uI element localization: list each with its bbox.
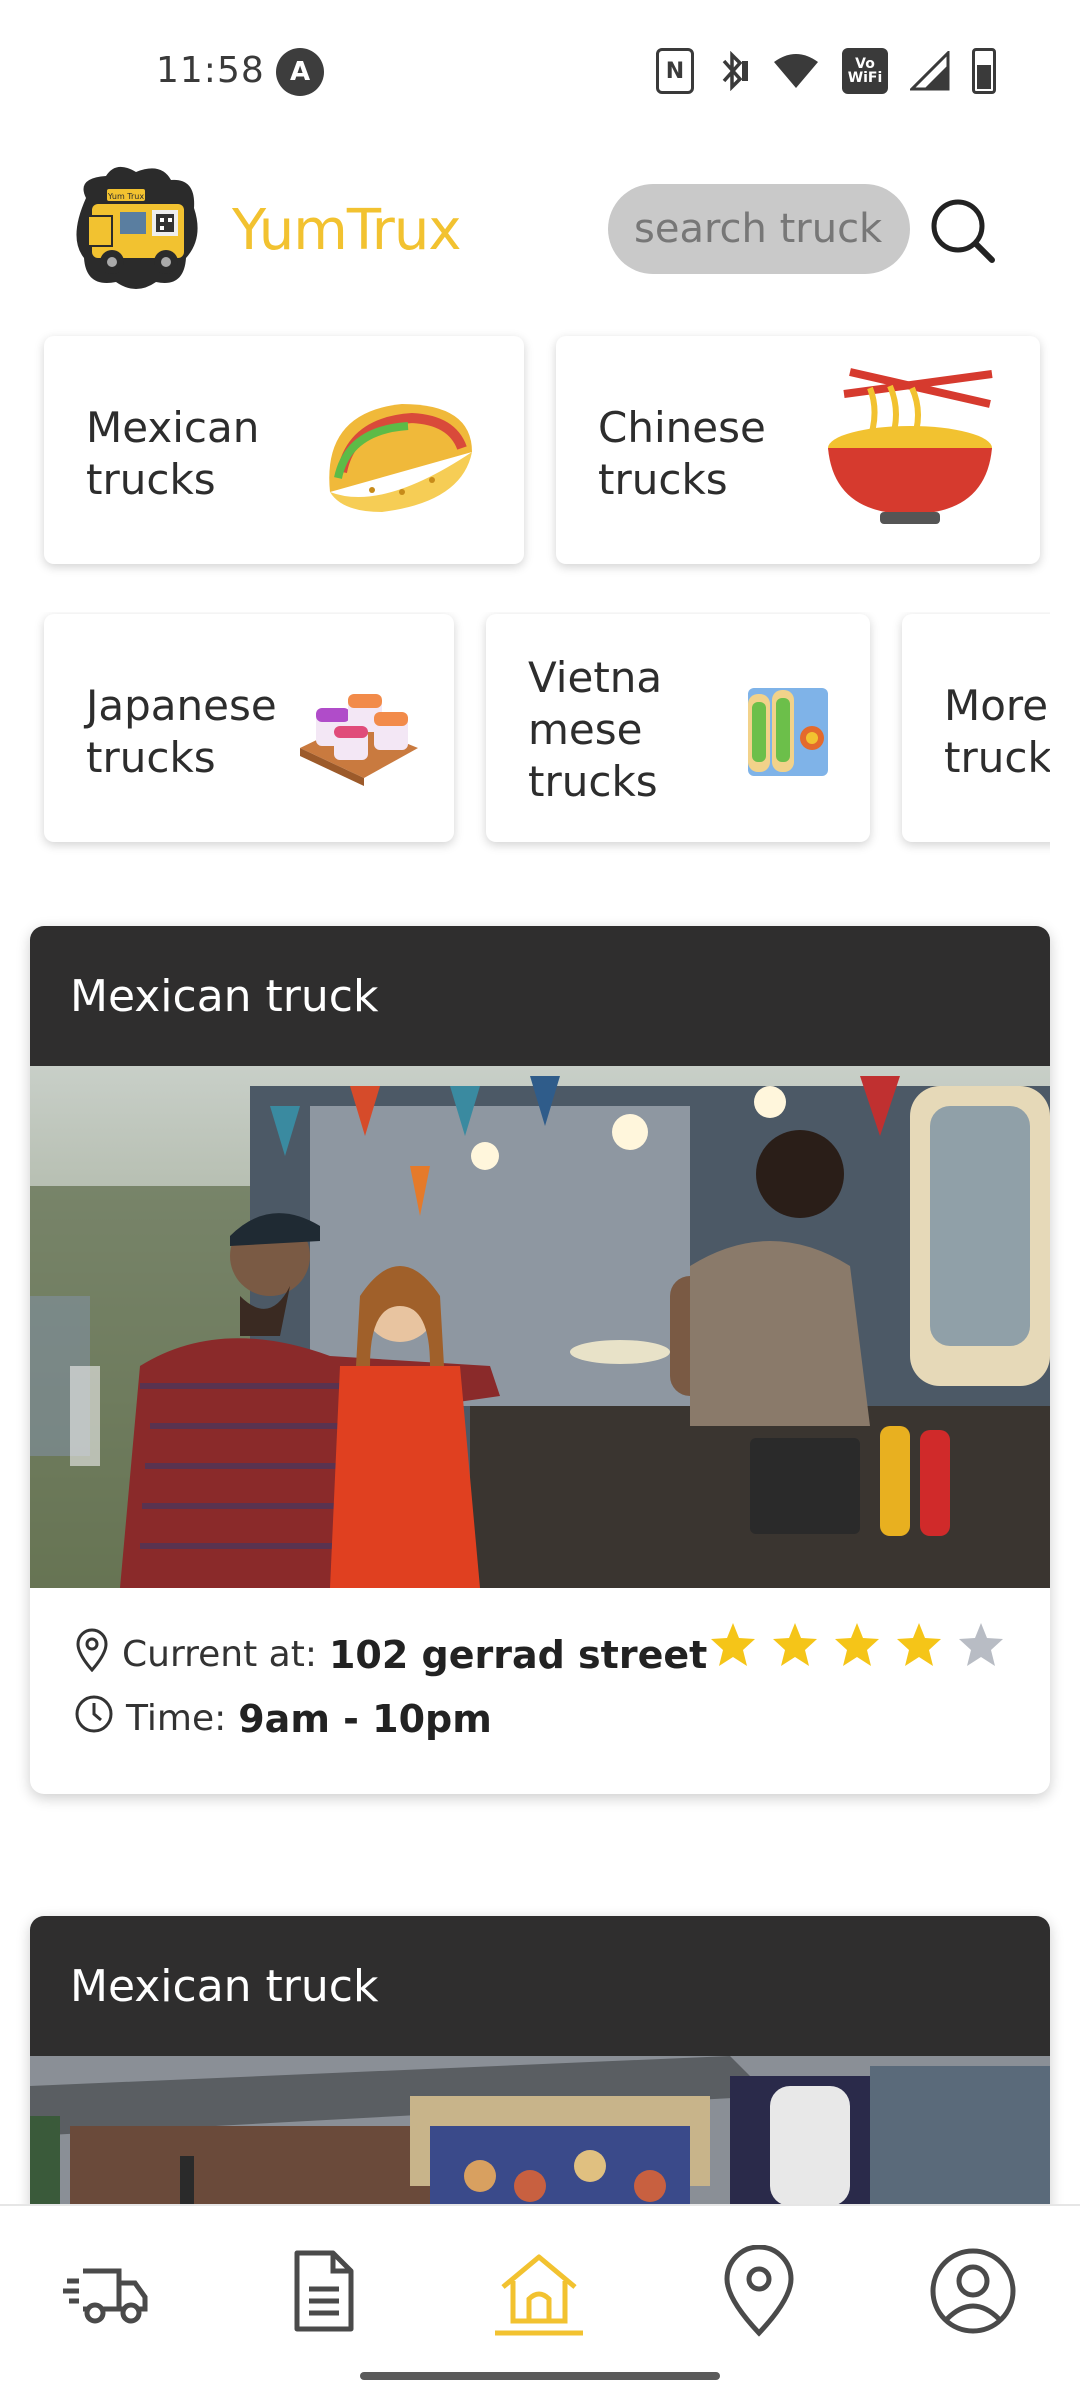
wifi-icon <box>772 48 820 94</box>
nav-map[interactable] <box>704 2236 814 2346</box>
category-vietnamese[interactable]: Vietna mese trucks <box>486 614 870 842</box>
search-icon[interactable] <box>928 196 996 264</box>
star-filled-icon <box>835 1623 879 1666</box>
nav-orders[interactable] <box>268 2236 378 2346</box>
logo-sign-text: Yum Trux <box>107 192 144 201</box>
taco-icon <box>312 382 482 526</box>
truck-card-title: Mexican truck <box>30 1916 1050 2056</box>
time-label: Time: <box>126 1698 227 1739</box>
truck-time: Time: 9am - 10pm <box>74 1694 492 1743</box>
nav-home[interactable] <box>484 2236 594 2346</box>
star-filled-icon <box>711 1623 755 1666</box>
truck-card-title: Mexican truck <box>30 926 1050 1066</box>
star-empty-icon <box>959 1623 1003 1666</box>
category-more[interactable]: More trucks <box>902 614 1050 842</box>
app-header: Yum Trux YumTrux <box>0 150 1080 310</box>
home-icon <box>495 2254 583 2336</box>
category-label: Vietna mese trucks <box>528 653 663 806</box>
brand-title: YumTrux <box>232 198 461 263</box>
truck-card[interactable]: Mexican truck <box>30 926 1050 1794</box>
category-label: More trucks <box>944 681 1050 782</box>
nav-profile[interactable] <box>918 2236 1028 2346</box>
category-chinese[interactable]: Chinese trucks <box>556 336 1040 564</box>
bottom-navigation <box>0 2204 1080 2400</box>
notification-badge-icon: A <box>276 48 324 96</box>
star-filled-icon <box>897 1623 941 1666</box>
sushi-icon <box>294 678 424 792</box>
bluetooth-icon <box>716 48 750 94</box>
truck-photo <box>30 1066 1050 1588</box>
nav-trucks[interactable] <box>52 2236 162 2346</box>
category-japanese[interactable]: Japanese trucks <box>44 614 454 842</box>
profile-icon <box>930 2248 1016 2334</box>
vowifi-icon: Vo WiFi <box>842 48 888 94</box>
category-label: Chinese trucks <box>598 403 766 504</box>
truck-icon <box>63 2268 148 2324</box>
document-icon <box>294 2250 354 2332</box>
truck-location: Current at: 102 gerrad street <box>74 1628 707 1681</box>
status-time: 11:58 <box>156 50 265 91</box>
location-pin-icon <box>724 2245 794 2337</box>
status-bar: 11:58 A N Vo WiFi <box>0 0 1080 140</box>
category-label: Japanese trucks <box>86 681 277 782</box>
noodle-bowl-icon <box>820 364 1000 538</box>
star-filled-icon <box>773 1623 817 1666</box>
star-rating <box>708 1620 1006 1670</box>
gesture-bar[interactable] <box>360 2372 720 2380</box>
category-row-2: Japanese trucks Vietna mese trucks More … <box>30 612 1050 862</box>
spring-rolls-icon <box>742 682 832 786</box>
status-icons: N Vo WiFi <box>656 48 996 94</box>
category-row-1: Mexican trucks Chinese trucks <box>44 336 1040 568</box>
location-label: Current at: <box>122 1634 317 1675</box>
truck-info: Current at: 102 gerrad street Time: 9am … <box>30 1588 1050 1794</box>
cell-signal-icon <box>910 48 950 94</box>
location-value: 102 gerrad street <box>328 1632 708 1677</box>
logo-truck-icon[interactable]: Yum Trux <box>66 158 206 298</box>
category-mexican[interactable]: Mexican trucks <box>44 336 524 564</box>
location-pin-icon <box>74 1628 110 1681</box>
time-value: 9am - 10pm <box>238 1696 492 1741</box>
battery-icon <box>972 48 996 94</box>
category-label: Mexican trucks <box>86 403 260 504</box>
nfc-icon: N <box>656 48 694 94</box>
search-input[interactable] <box>608 184 910 274</box>
clock-icon <box>74 1694 114 1743</box>
